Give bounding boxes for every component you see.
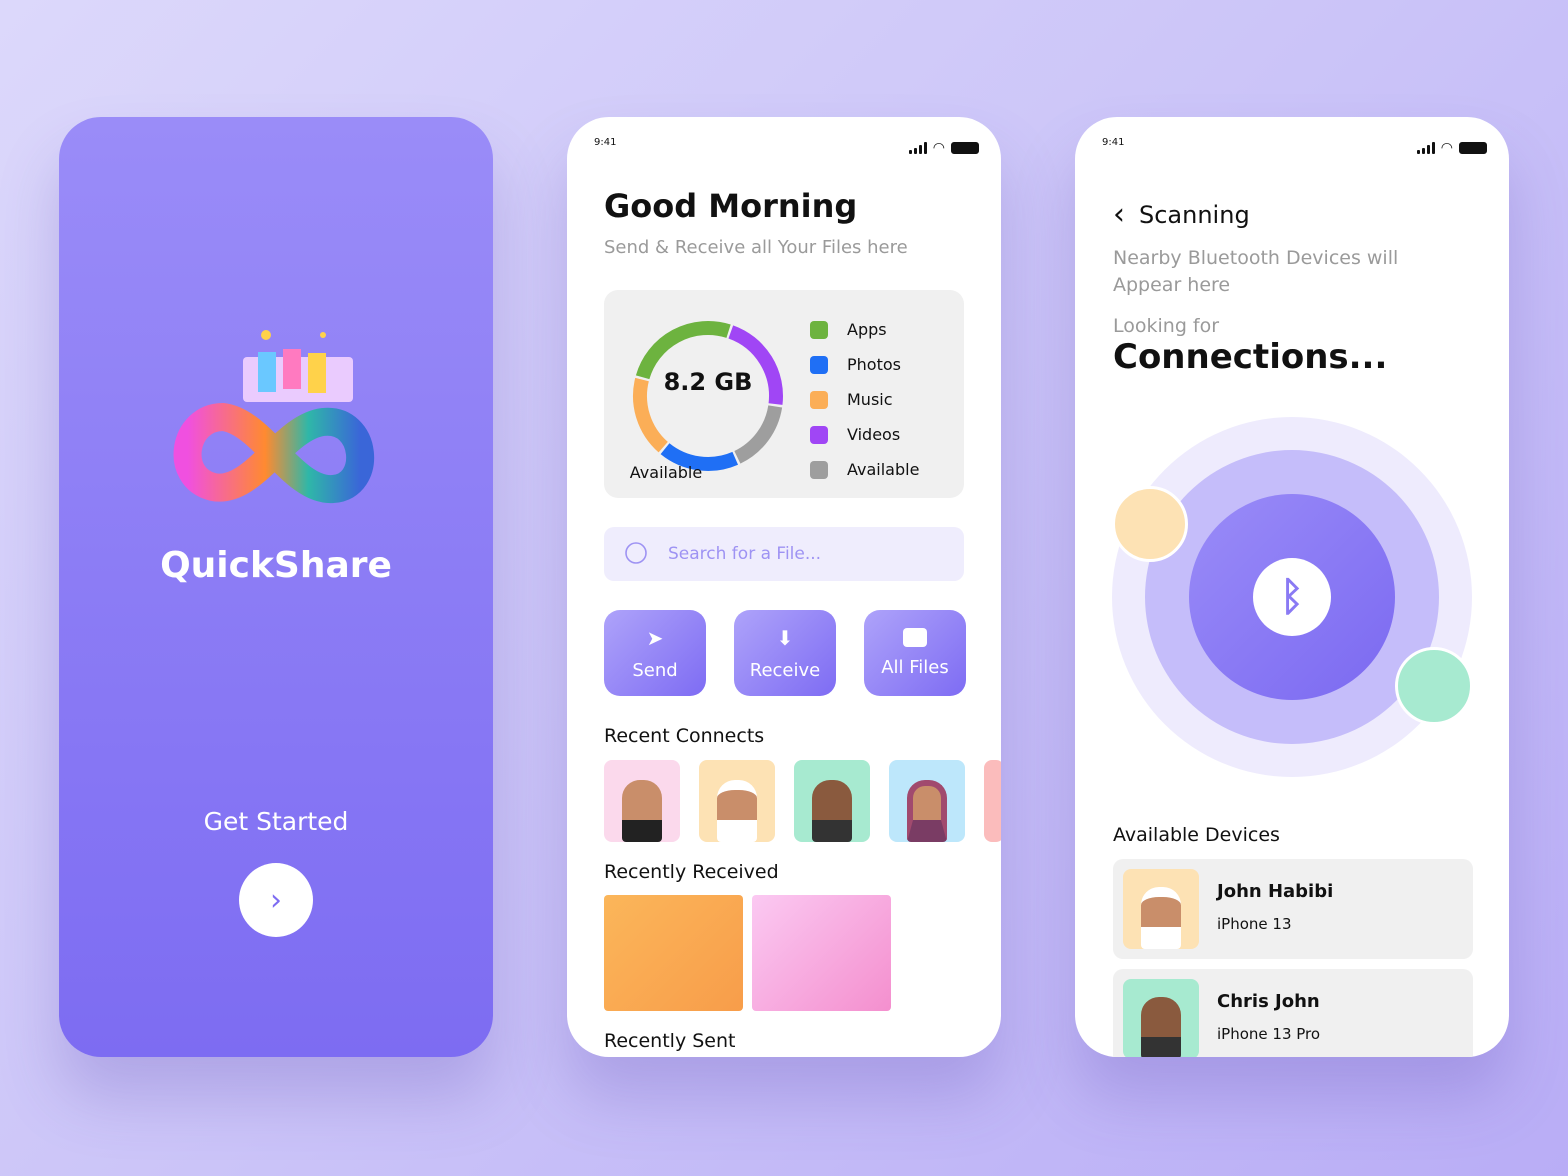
wifi-icon: ◠	[1440, 140, 1453, 156]
status-time: 9:41	[594, 137, 617, 148]
folder-icon	[903, 628, 927, 647]
page-title: Scanning	[1139, 200, 1250, 229]
device-avatar	[1123, 869, 1199, 949]
legend-item: Apps	[810, 312, 919, 347]
search-icon	[625, 542, 647, 564]
all-files-button[interactable]: All Files	[864, 610, 966, 696]
available-devices-heading: Available Devices	[1113, 824, 1280, 846]
receive-label: Receive	[749, 659, 821, 681]
legend-label: Apps	[847, 320, 887, 339]
contact-avatar[interactable]	[889, 760, 965, 842]
connections-heading: Connections...	[1113, 337, 1388, 377]
battery-icon	[951, 142, 979, 154]
storage-label: Available	[629, 463, 703, 482]
recently-sent-heading: Recently Sent	[604, 1030, 736, 1052]
looking-for-label: Looking for	[1113, 315, 1220, 337]
scan-subtitle: Nearby Bluetooth Devices will Appear her…	[1113, 247, 1399, 296]
signal-icon	[1416, 142, 1435, 154]
send-label: Send	[632, 659, 678, 681]
device-name: Chris John	[1217, 991, 1320, 1012]
contact-avatar[interactable]	[699, 760, 775, 842]
received-file-thumbnail[interactable]	[752, 895, 891, 1011]
legend-label: Photos	[847, 355, 901, 374]
legend-label: Videos	[847, 425, 901, 444]
get-started-label: Get Started	[203, 807, 349, 836]
nearby-device-avatar[interactable]	[1395, 647, 1473, 725]
storage-card: 8.2 GB Available Apps Photos Music Videos Ava…	[604, 290, 964, 498]
legend-label: Music	[847, 390, 893, 409]
status-bar: 9:41 ◠	[594, 137, 979, 157]
wifi-icon: ◠	[932, 140, 945, 156]
status-bar: 9:41 ◠	[1102, 137, 1487, 157]
chevron-right-icon: ›	[270, 882, 282, 918]
app-name: QuickShare	[160, 545, 392, 586]
device-name: John Habibi	[1217, 881, 1334, 902]
nearby-device-avatar[interactable]	[1112, 486, 1188, 562]
legend-swatch	[810, 320, 828, 339]
contact-avatar[interactable]	[984, 760, 1001, 842]
legend-item: Music	[810, 382, 919, 417]
page-subtitle: Send & Receive all Your Files here	[604, 237, 908, 258]
device-item[interactable]: John Habibi iPhone 13	[1113, 859, 1473, 959]
bluetooth-icon: ᛒ	[1280, 574, 1304, 620]
back-button[interactable]: ‹	[1113, 197, 1125, 232]
search-input[interactable]: Search for a File...	[604, 527, 964, 581]
all-files-label: All Files	[881, 657, 949, 678]
device-model: iPhone 13	[1217, 915, 1292, 933]
home-screen: 9:41 ◠ Good Morning Send & Receive all Y…	[567, 117, 1001, 1057]
send-button[interactable]: ➤ Send	[604, 610, 706, 696]
recent-connects-list	[604, 760, 1001, 842]
legend-item: Videos	[810, 417, 919, 452]
scanning-screen: 9:41 ◠ ‹ Scanning Nearby Bluetooth Device…	[1075, 117, 1509, 1057]
send-icon: ➤	[646, 625, 664, 650]
legend-swatch	[810, 425, 828, 444]
inbox-download-icon: ⬇	[776, 625, 794, 650]
splash-screen: QuickShare Get Started ›	[59, 117, 493, 1057]
next-button[interactable]: ›	[239, 863, 313, 937]
legend-label: Available	[847, 460, 920, 479]
receive-button[interactable]: ⬇ Receive	[734, 610, 836, 696]
contact-avatar[interactable]	[604, 760, 680, 842]
device-item[interactable]: Chris John iPhone 13 Pro	[1113, 969, 1473, 1057]
legend-swatch	[810, 390, 828, 409]
legend-swatch	[810, 355, 828, 374]
signal-icon	[908, 142, 927, 154]
bluetooth-button[interactable]: ᛒ	[1253, 558, 1331, 636]
device-model: iPhone 13 Pro	[1217, 1025, 1321, 1043]
battery-icon	[1459, 142, 1487, 154]
recently-received-heading: Recently Received	[604, 861, 779, 883]
chart-legend: Apps Photos Music Videos Available	[810, 312, 919, 487]
contact-avatar[interactable]	[794, 760, 870, 842]
quickshare-logo	[173, 330, 375, 503]
legend-item: Available	[810, 452, 919, 487]
device-avatar	[1123, 979, 1199, 1057]
legend-swatch	[810, 460, 828, 479]
search-placeholder: Search for a File...	[668, 544, 822, 564]
legend-item: Photos	[810, 347, 919, 382]
received-file-thumbnail[interactable]	[604, 895, 743, 1011]
page-title: Good Morning	[604, 187, 858, 225]
recent-connects-heading: Recent Connects	[604, 725, 765, 747]
status-time: 9:41	[1102, 137, 1125, 148]
storage-value: 8.2 GB	[663, 368, 753, 396]
